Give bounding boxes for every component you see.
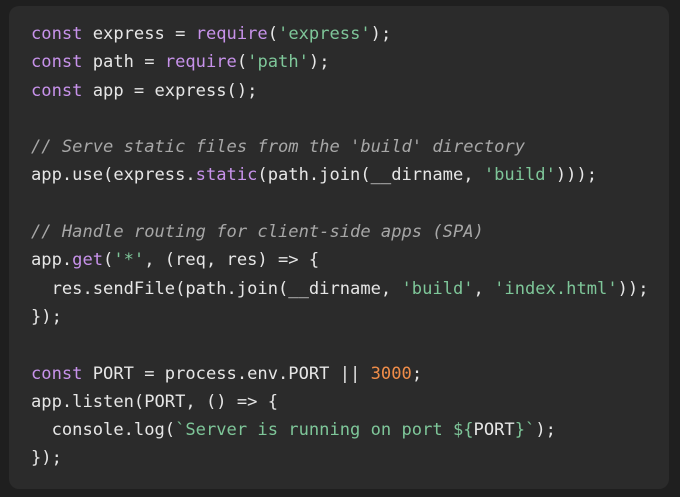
function-token: get bbox=[72, 250, 104, 271]
code-line: const PORT = process.env.PORT || 3000; bbox=[31, 360, 649, 388]
code-token: }); bbox=[31, 306, 62, 327]
code-line: }); bbox=[31, 303, 649, 331]
function-token: static bbox=[195, 165, 258, 186]
code-token: express = bbox=[82, 24, 196, 44]
code-line: res.sendFile(path.join(__dirname, 'build… bbox=[31, 275, 649, 303]
code-token: ; bbox=[411, 363, 423, 384]
code-token: path = bbox=[82, 52, 165, 73]
code-line: const path = require('path'); bbox=[31, 48, 649, 76]
code-token: app. bbox=[31, 250, 73, 271]
string-token: 'express' bbox=[278, 24, 371, 44]
string-token: `Server is running on port ${ bbox=[175, 420, 474, 441]
code-line: // Handle routing for client-side apps (… bbox=[31, 218, 649, 246]
keyword-token: const bbox=[31, 363, 83, 384]
code-token: ( bbox=[236, 52, 248, 73]
code-line: const app = express(); bbox=[31, 77, 649, 105]
code-token: console.log( bbox=[31, 420, 176, 441]
code-token: ))); bbox=[555, 165, 598, 186]
comment-token: // Serve static files from the 'build' d… bbox=[31, 137, 525, 158]
code-token: app.use(express. bbox=[31, 165, 196, 186]
code-token: }); bbox=[31, 448, 62, 469]
code-token: PORT = process.env.PORT || bbox=[82, 363, 371, 384]
code-token: , bbox=[473, 278, 495, 299]
string-token: 'path' bbox=[247, 52, 309, 73]
keyword-token: const bbox=[31, 24, 83, 44]
code-line: app.get('*', (req, res) => { bbox=[31, 246, 649, 274]
string-token: 'build' bbox=[401, 278, 474, 299]
code-line: const express = require('express'); bbox=[31, 20, 649, 48]
code-token: ); bbox=[535, 420, 556, 441]
code-content: const express = require('express'); const… bbox=[31, 20, 649, 473]
code-token: ( bbox=[267, 24, 279, 44]
code-line: app.listen(PORT, () => { bbox=[31, 388, 649, 416]
code-token: (path.join(__dirname, bbox=[257, 165, 484, 186]
string-token: '*' bbox=[113, 250, 145, 271]
code-block: const express = require('express'); const… bbox=[9, 6, 669, 489]
function-token: require bbox=[195, 24, 268, 44]
function-token: require bbox=[164, 52, 237, 73]
keyword-token: const bbox=[31, 52, 83, 73]
number-token: 3000 bbox=[370, 363, 412, 384]
string-token: 'index.html' bbox=[494, 278, 618, 299]
code-line: }); bbox=[31, 444, 649, 472]
code-token: app.listen(PORT, () => { bbox=[31, 391, 278, 412]
code-token: )); bbox=[617, 278, 649, 299]
comment-token: // Handle routing for client-side apps (… bbox=[31, 222, 484, 243]
keyword-token: const bbox=[31, 80, 83, 101]
code-token: PORT bbox=[473, 420, 515, 441]
code-token: app = express(); bbox=[82, 80, 258, 101]
code-line: app.use(express.static(path.join(__dirna… bbox=[31, 161, 649, 189]
string-token: 'build' bbox=[483, 165, 556, 186]
code-token: ); bbox=[308, 52, 330, 73]
code-token: ); bbox=[370, 24, 392, 44]
code-line: console.log(`Server is running on port $… bbox=[31, 416, 649, 444]
code-token: , (req, res) => { bbox=[144, 250, 320, 271]
code-line: // Serve static files from the 'build' d… bbox=[31, 133, 649, 161]
code-token: ( bbox=[103, 250, 114, 271]
string-token: }` bbox=[514, 420, 536, 441]
code-token: res.sendFile(path.join(__dirname, bbox=[31, 278, 402, 299]
